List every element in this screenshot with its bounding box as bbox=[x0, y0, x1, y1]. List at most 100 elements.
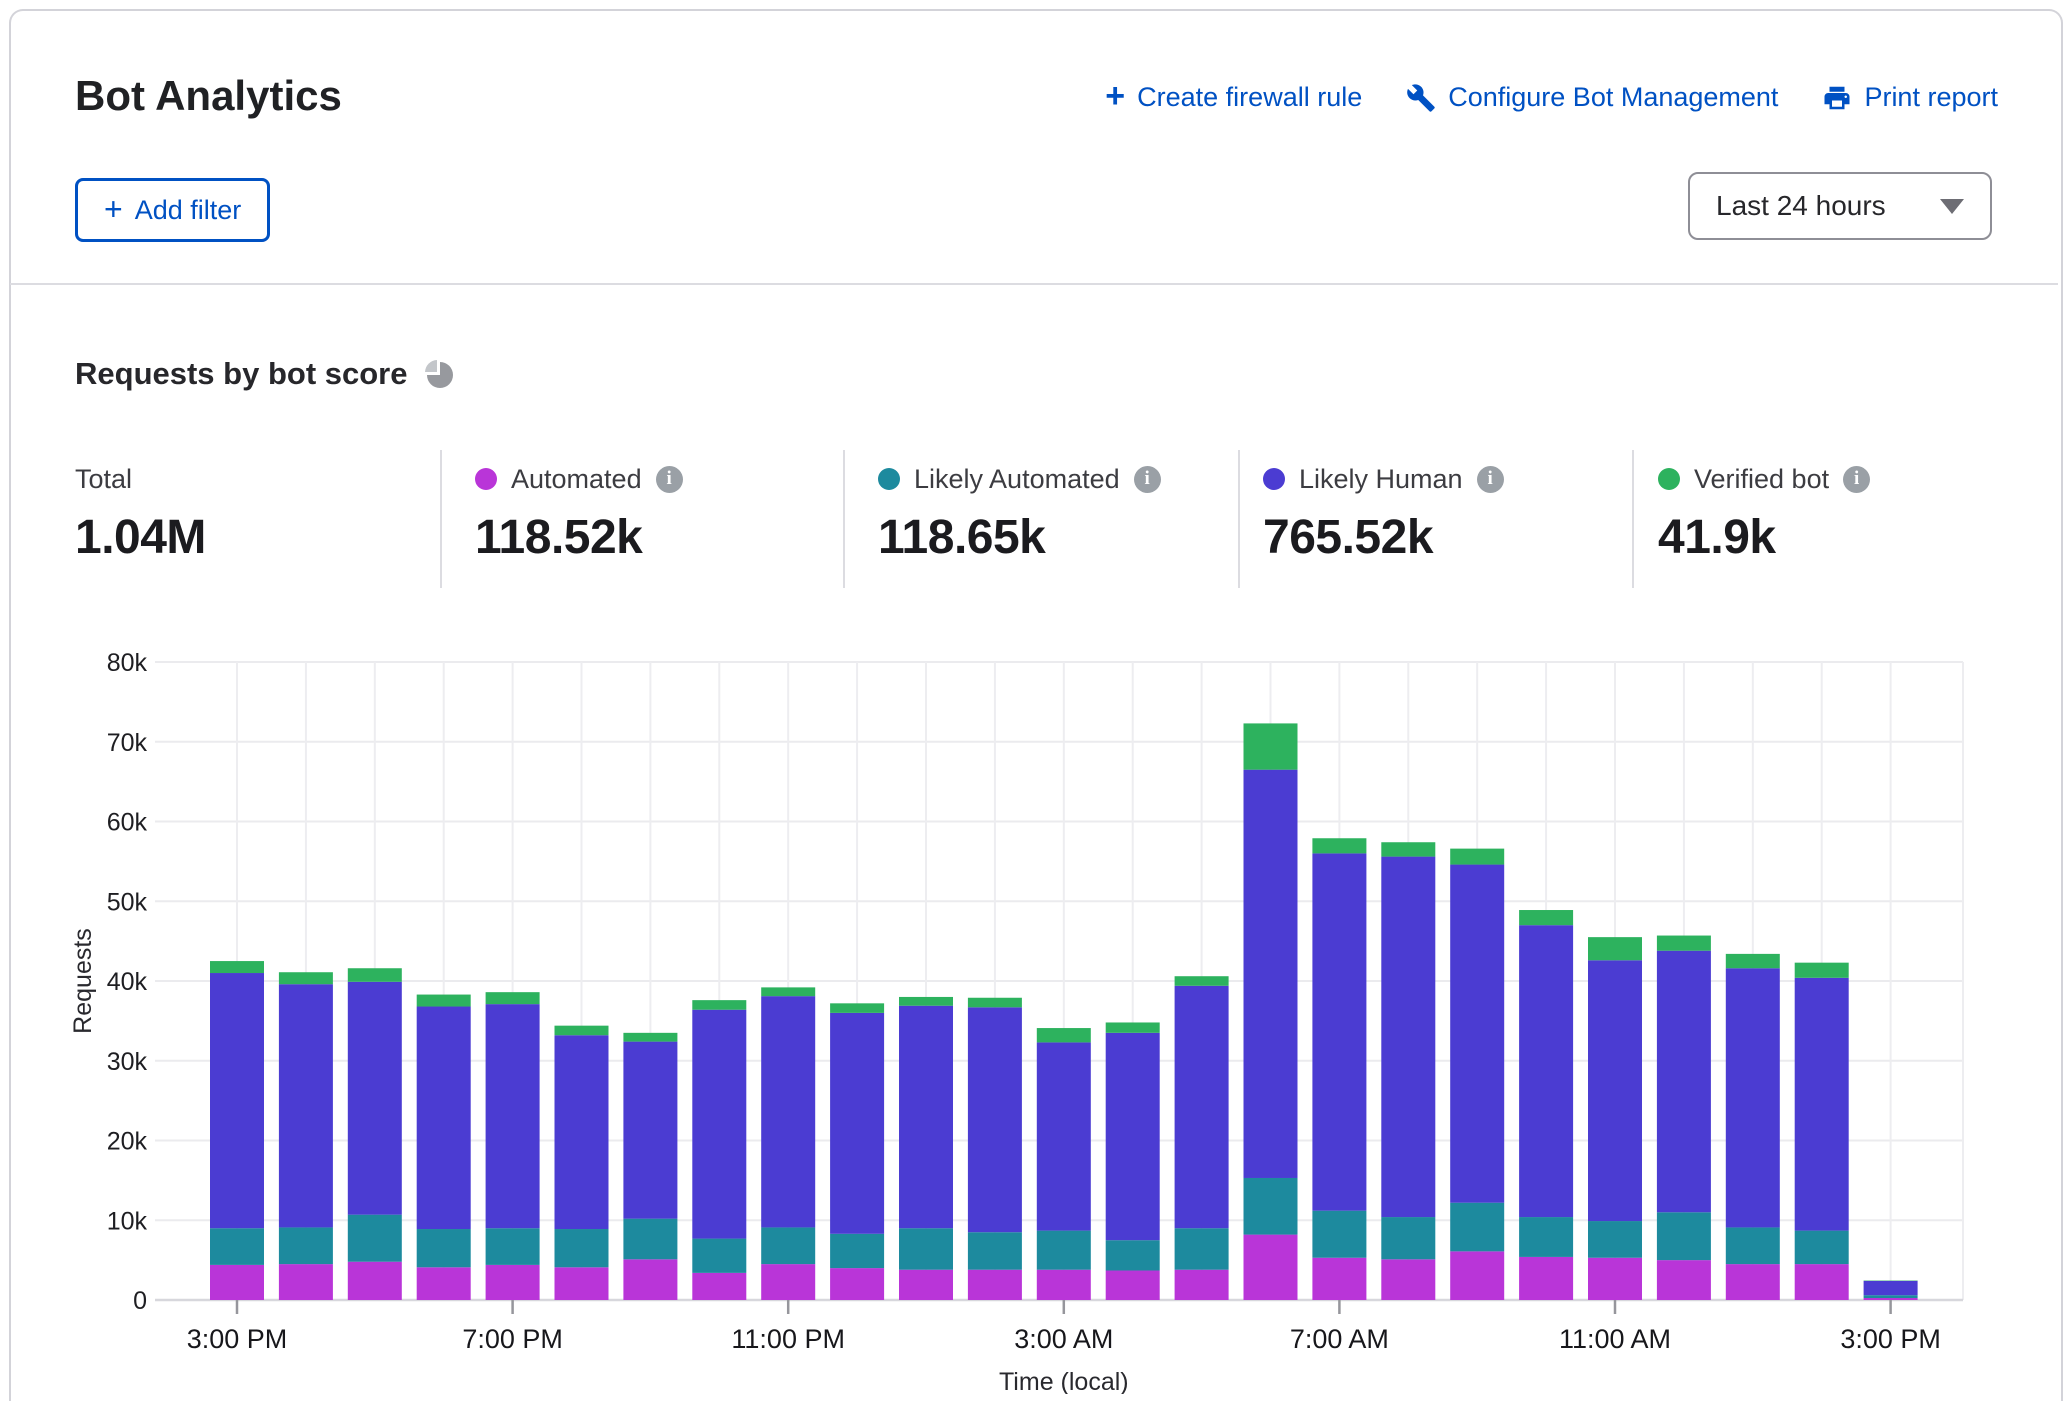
bar-segment-likely-automated[interactable] bbox=[968, 1232, 1022, 1269]
bar-segment-likely-human[interactable] bbox=[968, 1007, 1022, 1232]
bar-segment-likely-human[interactable] bbox=[486, 1004, 540, 1228]
bar-segment-likely-human[interactable] bbox=[1864, 1281, 1918, 1295]
bar-segment-likely-automated[interactable] bbox=[1244, 1178, 1298, 1235]
bar-segment-likely-automated[interactable] bbox=[210, 1228, 264, 1265]
bar-segment-automated[interactable] bbox=[692, 1273, 746, 1300]
bar-segment-automated[interactable] bbox=[623, 1259, 677, 1300]
bar-segment-likely-automated[interactable] bbox=[1726, 1227, 1780, 1264]
bar-segment-verified-bot[interactable] bbox=[692, 1000, 746, 1010]
bar-segment-automated[interactable] bbox=[1864, 1298, 1918, 1300]
bar-segment-likely-automated[interactable] bbox=[348, 1215, 402, 1262]
bar-segment-verified-bot[interactable] bbox=[279, 972, 333, 984]
bar-segment-likely-automated[interactable] bbox=[417, 1229, 471, 1267]
bar-segment-likely-human[interactable] bbox=[417, 1007, 471, 1230]
bar-segment-verified-bot[interactable] bbox=[486, 992, 540, 1004]
bar-segment-likely-human[interactable] bbox=[348, 982, 402, 1215]
bar-segment-likely-human[interactable] bbox=[555, 1035, 609, 1229]
bar-segment-automated[interactable] bbox=[279, 1264, 333, 1300]
bar-segment-automated[interactable] bbox=[486, 1265, 540, 1300]
bar-segment-likely-human[interactable] bbox=[1519, 925, 1573, 1217]
bar-segment-likely-human[interactable] bbox=[1037, 1042, 1091, 1230]
bar-segment-verified-bot[interactable] bbox=[1588, 937, 1642, 960]
info-icon[interactable]: i bbox=[1843, 466, 1870, 493]
bar-segment-verified-bot[interactable] bbox=[1519, 910, 1573, 925]
bar-segment-likely-automated[interactable] bbox=[1381, 1217, 1435, 1259]
configure-bot-management-link[interactable]: Configure Bot Management bbox=[1406, 82, 1778, 113]
bar-segment-verified-bot[interactable] bbox=[1312, 838, 1366, 853]
bar-segment-verified-bot[interactable] bbox=[1381, 842, 1435, 856]
bar-segment-verified-bot[interactable] bbox=[348, 968, 402, 982]
info-icon[interactable]: i bbox=[656, 466, 683, 493]
bar-segment-likely-human[interactable] bbox=[692, 1010, 746, 1239]
bar-segment-verified-bot[interactable] bbox=[761, 987, 815, 996]
bar-segment-likely-human[interactable] bbox=[761, 996, 815, 1227]
bar-segment-likely-human[interactable] bbox=[1795, 978, 1849, 1231]
bar-segment-likely-human[interactable] bbox=[899, 1006, 953, 1229]
bar-segment-verified-bot[interactable] bbox=[1795, 963, 1849, 978]
bar-segment-automated[interactable] bbox=[899, 1270, 953, 1300]
bar-segment-verified-bot[interactable] bbox=[1726, 954, 1780, 968]
bar-segment-likely-automated[interactable] bbox=[555, 1229, 609, 1267]
bar-segment-verified-bot[interactable] bbox=[1037, 1028, 1091, 1042]
bar-segment-automated[interactable] bbox=[1450, 1251, 1504, 1300]
bar-segment-likely-automated[interactable] bbox=[1037, 1231, 1091, 1270]
print-report-link[interactable]: Print report bbox=[1822, 82, 1998, 113]
bar-segment-likely-human[interactable] bbox=[1726, 968, 1780, 1227]
bar-segment-automated[interactable] bbox=[1519, 1257, 1573, 1300]
bar-segment-verified-bot[interactable] bbox=[830, 1003, 884, 1013]
bar-segment-likely-automated[interactable] bbox=[1864, 1295, 1918, 1298]
bar-segment-verified-bot[interactable] bbox=[623, 1033, 677, 1042]
bar-segment-likely-automated[interactable] bbox=[486, 1228, 540, 1265]
bar-segment-likely-human[interactable] bbox=[1175, 986, 1229, 1228]
bar-segment-likely-automated[interactable] bbox=[899, 1228, 953, 1269]
bar-segment-likely-human[interactable] bbox=[1657, 951, 1711, 1213]
bar-segment-verified-bot[interactable] bbox=[1106, 1022, 1160, 1032]
bar-segment-likely-automated[interactable] bbox=[1450, 1203, 1504, 1252]
bar-segment-automated[interactable] bbox=[1175, 1270, 1229, 1300]
bar-segment-likely-automated[interactable] bbox=[279, 1227, 333, 1264]
bar-segment-likely-automated[interactable] bbox=[1175, 1228, 1229, 1269]
bar-segment-automated[interactable] bbox=[1312, 1258, 1366, 1300]
bar-segment-verified-bot[interactable] bbox=[555, 1026, 609, 1036]
bar-segment-likely-automated[interactable] bbox=[623, 1219, 677, 1260]
bar-segment-verified-bot[interactable] bbox=[1175, 976, 1229, 986]
create-firewall-rule-link[interactable]: + Create firewall rule bbox=[1105, 82, 1362, 113]
bar-segment-likely-human[interactable] bbox=[1106, 1033, 1160, 1240]
bar-segment-likely-human[interactable] bbox=[279, 984, 333, 1227]
bar-segment-automated[interactable] bbox=[1795, 1264, 1849, 1300]
bar-segment-likely-automated[interactable] bbox=[1519, 1217, 1573, 1257]
bar-segment-verified-bot[interactable] bbox=[417, 995, 471, 1007]
bar-segment-likely-human[interactable] bbox=[623, 1042, 677, 1219]
bar-segment-automated[interactable] bbox=[1106, 1270, 1160, 1300]
bar-segment-likely-human[interactable] bbox=[830, 1013, 884, 1234]
bar-segment-automated[interactable] bbox=[1726, 1264, 1780, 1300]
info-icon[interactable]: i bbox=[1134, 466, 1161, 493]
bar-segment-automated[interactable] bbox=[210, 1265, 264, 1300]
bar-segment-likely-automated[interactable] bbox=[830, 1234, 884, 1268]
bar-segment-automated[interactable] bbox=[1381, 1259, 1435, 1300]
bar-segment-automated[interactable] bbox=[830, 1268, 884, 1300]
bar-segment-verified-bot[interactable] bbox=[1450, 849, 1504, 865]
bar-segment-automated[interactable] bbox=[1657, 1260, 1711, 1300]
bar-segment-automated[interactable] bbox=[1037, 1270, 1091, 1300]
info-icon[interactable]: i bbox=[1477, 466, 1504, 493]
bar-segment-likely-automated[interactable] bbox=[1312, 1211, 1366, 1258]
bar-segment-verified-bot[interactable] bbox=[1657, 936, 1711, 951]
bar-segment-likely-human[interactable] bbox=[1312, 853, 1366, 1210]
time-range-dropdown[interactable]: Last 24 hours bbox=[1688, 172, 1992, 240]
bar-segment-likely-automated[interactable] bbox=[1657, 1212, 1711, 1260]
bar-segment-likely-automated[interactable] bbox=[1106, 1240, 1160, 1270]
bar-segment-verified-bot[interactable] bbox=[1244, 723, 1298, 769]
add-filter-button[interactable]: + Add filter bbox=[75, 178, 270, 242]
bar-segment-likely-automated[interactable] bbox=[1588, 1221, 1642, 1258]
bar-segment-automated[interactable] bbox=[348, 1262, 402, 1300]
bar-segment-likely-automated[interactable] bbox=[692, 1239, 746, 1273]
bar-segment-likely-human[interactable] bbox=[210, 973, 264, 1228]
bar-segment-likely-human[interactable] bbox=[1381, 857, 1435, 1217]
bar-segment-likely-human[interactable] bbox=[1244, 770, 1298, 1178]
bar-segment-automated[interactable] bbox=[761, 1264, 815, 1300]
bar-segment-likely-automated[interactable] bbox=[761, 1227, 815, 1264]
bar-segment-automated[interactable] bbox=[555, 1267, 609, 1300]
bar-segment-verified-bot[interactable] bbox=[968, 998, 1022, 1008]
bar-segment-automated[interactable] bbox=[1588, 1258, 1642, 1300]
